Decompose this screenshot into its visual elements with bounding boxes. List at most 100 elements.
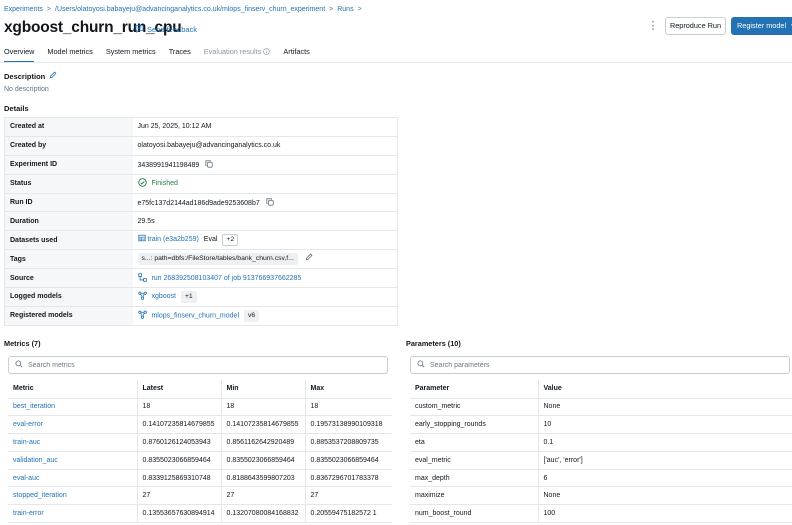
table-row: max_depth 6 bbox=[410, 469, 792, 488]
breadcrumb-experiments[interactable]: Experiments bbox=[4, 6, 43, 13]
parameters-search bbox=[410, 356, 790, 374]
dataset-link[interactable]: train (e3a2b259) bbox=[147, 236, 198, 243]
details-label: Duration bbox=[4, 211, 133, 232]
more-options-icon[interactable]: ⋮ bbox=[647, 19, 659, 33]
registered-model-name[interactable]: mlops_finserv_churn_model bbox=[151, 312, 239, 319]
description-heading: Description bbox=[4, 71, 57, 81]
datasets-cell: train (e3a2b259) Eval +2 bbox=[132, 230, 398, 251]
metric-name-link[interactable]: train-auc bbox=[8, 433, 137, 452]
status-value: Finished bbox=[151, 180, 178, 188]
column-header[interactable]: Value bbox=[537, 380, 792, 399]
workflow-icon bbox=[137, 272, 147, 284]
copy-icon[interactable] bbox=[266, 197, 274, 208]
column-header[interactable]: Metric bbox=[8, 380, 137, 399]
reproduce-run-button[interactable]: Reproduce Run bbox=[665, 17, 726, 35]
table-row: early_stopping_rounds 10 bbox=[410, 415, 792, 435]
pencil-icon[interactable] bbox=[49, 71, 57, 81]
copy-icon[interactable] bbox=[205, 160, 213, 170]
details-row-tags: Tags s...: path=dbfs:/FileStore/tables/b… bbox=[4, 249, 398, 270]
metric-max: 0.8355023066859464 bbox=[304, 451, 392, 470]
table-row: eval_metric ['auc', 'error'] bbox=[410, 451, 792, 470]
tab-traces[interactable]: Traces bbox=[169, 47, 191, 63]
details-label: Logged models bbox=[4, 287, 133, 307]
table-row: train-auc 0.8760126124053943 0.85611626429… bbox=[8, 433, 392, 452]
metrics-search bbox=[8, 356, 388, 374]
logged-model-link[interactable]: xgboost bbox=[151, 293, 176, 300]
tab-overview[interactable]: Overview bbox=[4, 47, 35, 63]
metric-name-link[interactable]: eval-error bbox=[8, 415, 137, 435]
table-row: num_boost_round 100 bbox=[410, 504, 792, 524]
details-heading: Details bbox=[4, 104, 29, 113]
register-model-button[interactable]: Register model ▾ bbox=[731, 17, 792, 35]
search-metrics-input[interactable] bbox=[28, 361, 228, 369]
param-value: ['auc', 'error'] bbox=[537, 451, 792, 470]
metric-min: 0.8561162642920489 bbox=[220, 433, 305, 452]
param-value: 10 bbox=[537, 415, 792, 435]
column-header[interactable]: Latest bbox=[136, 380, 221, 399]
details-row-created-at: Created at Jun 25, 2025, 10:12 AM bbox=[4, 117, 398, 137]
metric-min: 0.8188643599807203 bbox=[220, 469, 305, 488]
details-table: Created at Jun 25, 2025, 10:12 AM Create… bbox=[4, 117, 398, 326]
breadcrumb-separator: > bbox=[357, 6, 362, 13]
tab-model-metrics[interactable]: Model metrics bbox=[47, 47, 92, 63]
datasets-more-chip[interactable]: +2 bbox=[222, 234, 239, 247]
metric-name-link[interactable]: stopped_iteration bbox=[8, 486, 137, 506]
column-header[interactable]: Parameter bbox=[410, 380, 538, 399]
status-cell: Finished bbox=[132, 174, 398, 194]
info-icon bbox=[263, 47, 271, 56]
param-name: maximize bbox=[410, 486, 538, 506]
metric-name-link[interactable]: eval-auc bbox=[8, 469, 137, 488]
column-header[interactable]: Max bbox=[304, 380, 392, 399]
table-row: eval-error 0.14107235814679855 0.141072358… bbox=[8, 415, 392, 435]
metric-latest: 0.8339125869310748 bbox=[136, 469, 221, 488]
metric-name-link[interactable]: validation_auc bbox=[8, 451, 137, 470]
metric-min: 0.14107235814679855 bbox=[220, 415, 305, 435]
created-by-value: olatoyosi.babayeju@advancinganalytics.co… bbox=[132, 136, 398, 156]
metric-latest: 0.8355023066859464 bbox=[136, 451, 221, 470]
metric-min: 27 bbox=[220, 486, 305, 506]
register-model-label: Register model bbox=[737, 21, 787, 30]
run-id-value: e75fc137d2144ad186d9ade9253608b7 bbox=[137, 199, 260, 207]
details-label: Registered models bbox=[4, 306, 133, 326]
experiment-id-cell: 3438991941198489 bbox=[132, 155, 398, 175]
tags-cell: s...: path=dbfs:/FileStore/tables/bank_c… bbox=[132, 249, 398, 270]
details-row-registered-models: Registered models mlops_finserv_churn_mo… bbox=[4, 306, 398, 326]
tab-artifacts[interactable]: Artifacts bbox=[283, 47, 309, 63]
model-version-chip[interactable]: v6 bbox=[243, 310, 260, 323]
pencil-icon[interactable] bbox=[305, 253, 313, 263]
param-value: None bbox=[537, 398, 792, 417]
metric-latest: 18 bbox=[136, 398, 221, 417]
tab-evaluation-results[interactable]: Evaluation results bbox=[204, 47, 271, 63]
breadcrumb-runs[interactable]: Runs bbox=[337, 6, 353, 13]
description-heading-label: Description bbox=[4, 71, 46, 81]
metric-name-link[interactable]: train-error bbox=[8, 504, 137, 524]
search-parameters-input[interactable] bbox=[430, 361, 630, 369]
param-name: eval_metric bbox=[410, 451, 538, 470]
tag-chip[interactable]: s...: path=dbfs:/FileStore/tables/bank_c… bbox=[137, 253, 298, 266]
logged-models-more-chip[interactable]: +1 bbox=[180, 291, 197, 304]
details-label: Created by bbox=[4, 136, 133, 156]
breadcrumb-experiment-path[interactable]: /Users/olatoyosi.babayeju@advancinganaly… bbox=[55, 6, 325, 13]
metric-max: 27 bbox=[304, 486, 392, 506]
metric-name-link[interactable]: best_iteration bbox=[8, 398, 137, 417]
column-header[interactable]: Min bbox=[220, 380, 305, 399]
tab-system-metrics[interactable]: System metrics bbox=[106, 47, 156, 63]
duration-value: 29.5s bbox=[132, 211, 398, 232]
metric-min: 0.13207080084168832 bbox=[220, 504, 305, 524]
parameters-table: Parameter Value custom_metric None early_… bbox=[410, 380, 792, 524]
table-row: maximize None bbox=[410, 486, 792, 506]
search-icon bbox=[417, 360, 425, 370]
metric-max: 0.8853537208809735 bbox=[304, 433, 392, 452]
details-label: Tags bbox=[4, 249, 133, 270]
send-feedback-link[interactable]: Send feedback bbox=[135, 24, 197, 35]
details-row-source: Source run 268392508103407 of job 913766… bbox=[4, 268, 398, 289]
details-row-datasets: Datasets used train (e3a2b259) Eval +2 bbox=[4, 230, 398, 251]
registered-models-cell: mlops_finserv_churn_model v6 bbox=[132, 306, 398, 326]
param-value: None bbox=[537, 486, 792, 506]
table-row: eval-auc 0.8339125869310748 0.818864359980… bbox=[8, 469, 392, 488]
tab-evaluation-results-label: Evaluation results bbox=[203, 47, 262, 56]
details-row-logged-models: Logged models xgboost +1 bbox=[4, 287, 398, 307]
metric-max: 0.20559475182572 1 bbox=[304, 504, 392, 524]
source-link[interactable]: run 268392508103407 of job 9137669376622… bbox=[151, 275, 301, 282]
table-icon bbox=[137, 234, 146, 244]
